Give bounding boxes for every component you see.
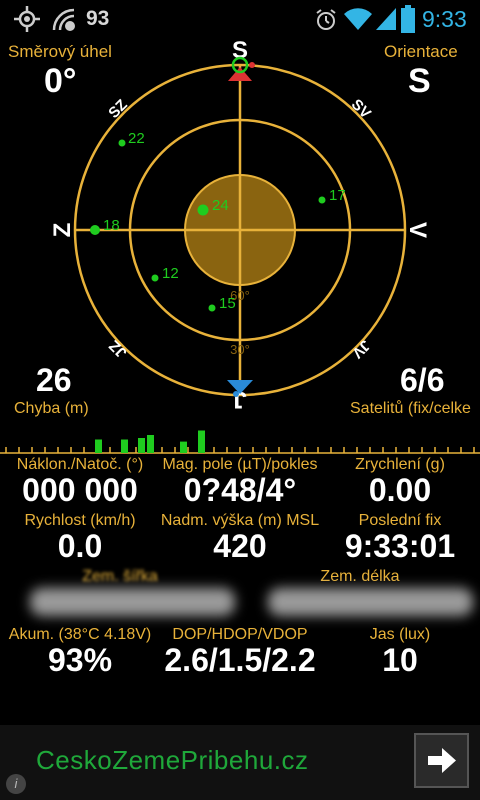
dir-sw: JZ <box>106 337 130 361</box>
arrow-right-icon <box>428 748 456 773</box>
satellite-label: 17 <box>329 187 346 204</box>
gps-icon <box>14 6 40 32</box>
signal-bar <box>147 435 154 453</box>
satellites-label: Satelitů (fix/celke <box>350 400 471 417</box>
signal-bar <box>95 439 102 453</box>
accuracy-value: 26 <box>36 362 72 398</box>
signal-bar <box>121 439 128 453</box>
latitude-value-redacted <box>30 588 235 616</box>
battery-percent: 93 <box>86 7 110 30</box>
accuracy-label: Chyba (m) <box>14 400 89 417</box>
satellite-label: 18 <box>103 217 120 234</box>
ad-info-icon[interactable]: i <box>6 774 26 794</box>
dir-ne: SV <box>348 96 374 122</box>
last-fix-value: 9:33:01 <box>344 528 456 564</box>
elevation-30: 30° <box>230 342 250 357</box>
dir-east: V <box>404 222 431 238</box>
wifi-icon <box>344 8 372 30</box>
sky-plot: S J V Z SV SZ JV JZ 60° 30° 22 17 24 18 … <box>49 38 431 413</box>
acceleration-value: 0.00 <box>368 472 432 508</box>
satellite-label: 15 <box>219 295 236 312</box>
satellite-label: 24 <box>212 197 229 214</box>
satellite-dot <box>151 274 159 282</box>
signal-strength-bars <box>0 430 480 454</box>
signal-bar <box>198 430 205 453</box>
satellite-dot <box>208 304 216 312</box>
battery-icon <box>401 5 415 33</box>
tilt-value: 000 000 <box>22 472 138 508</box>
north-marker <box>228 67 252 81</box>
longitude-label: Zem. délka <box>320 568 400 585</box>
dir-se: JV <box>348 336 373 361</box>
dir-nw: SZ <box>105 96 131 122</box>
satellite-dot <box>90 225 100 235</box>
signal-bar <box>138 438 145 453</box>
clock: 9:33 <box>422 6 467 32</box>
battery-value: 93% <box>47 642 113 678</box>
satellites-value: 6/6 <box>400 362 445 398</box>
dir-west: Z <box>49 223 76 238</box>
speed-value: 0.0 <box>57 528 103 564</box>
magfield-value: 0?48/4° <box>183 472 297 508</box>
altitude-value: 420 <box>213 528 267 564</box>
satellite-dot <box>197 204 209 216</box>
alarm-icon <box>316 9 336 30</box>
cell-signal-icon <box>376 8 396 30</box>
satellite-dot <box>318 196 326 204</box>
latitude-label: Zem. šířka <box>82 568 158 585</box>
ad-open-button[interactable] <box>414 733 469 788</box>
satellite-icon <box>52 8 75 31</box>
brightness-value: 10 <box>382 642 418 678</box>
status-bar: 93 9:33 <box>0 0 480 38</box>
satellite-label: 22 <box>128 130 145 147</box>
signal-bar <box>180 441 187 453</box>
satellite-dot <box>118 139 126 147</box>
south-marker <box>227 380 253 394</box>
dop-value: 2.6/1.5/2.2 <box>164 642 316 678</box>
longitude-value-redacted <box>268 588 473 616</box>
ad-text[interactable]: CeskoZemePribehu.cz <box>36 745 309 776</box>
satellite-label: 12 <box>162 265 179 282</box>
